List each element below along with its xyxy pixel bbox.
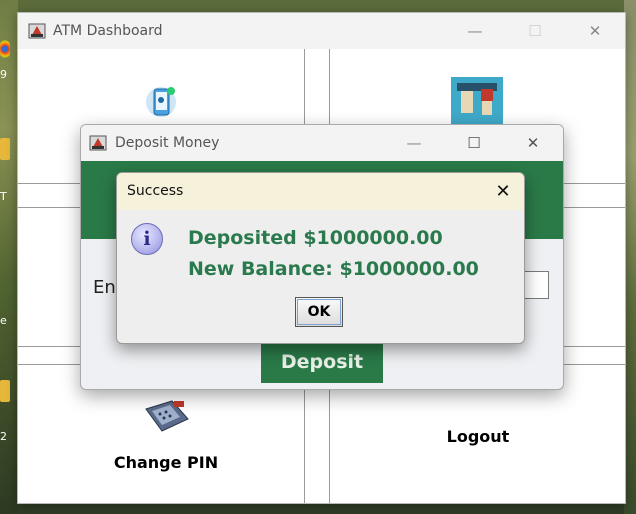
java-app-icon: [89, 134, 107, 152]
close-button[interactable]: ✕: [518, 131, 548, 155]
amount-input[interactable]: [521, 271, 549, 299]
balance-message: New Balance: $1000000.00: [188, 258, 479, 280]
logout-label[interactable]: Logout: [418, 427, 538, 446]
minimize-button[interactable]: —: [399, 131, 429, 155]
deposit-message: Deposited $1000000.00: [188, 227, 443, 249]
minimize-button[interactable]: —: [460, 19, 490, 43]
maximize-button[interactable]: ☐: [520, 19, 550, 43]
change-pin-label[interactable]: Change PIN: [106, 453, 226, 472]
desktop-label: e: [0, 314, 7, 327]
desktop-label: 2: [0, 430, 7, 443]
dashboard-titlebar[interactable]: ATM Dashboard — ☐ ✕: [18, 13, 625, 49]
success-dialog: Success ✕ i Deposited $1000000.00 New Ba…: [116, 172, 525, 344]
desktop-icon-folder[interactable]: [0, 380, 10, 402]
deposit-title: Deposit Money: [115, 135, 220, 151]
dialog-titlebar[interactable]: Success ✕: [117, 173, 524, 210]
maximize-button[interactable]: ☐: [459, 131, 489, 155]
deposit-titlebar[interactable]: Deposit Money — ☐ ✕: [81, 125, 563, 161]
desktop-label: 9: [0, 68, 7, 81]
dashboard-title: ATM Dashboard: [53, 23, 163, 39]
desktop-icon-folder[interactable]: [0, 138, 10, 160]
info-icon: i: [131, 223, 163, 255]
ok-button[interactable]: OK: [295, 297, 343, 327]
balance-phone-icon[interactable]: [144, 83, 178, 119]
withdraw-atm-icon[interactable]: [451, 77, 503, 127]
deposit-button[interactable]: Deposit: [261, 341, 383, 383]
java-app-icon: [28, 22, 46, 40]
close-button[interactable]: ✕: [580, 19, 610, 43]
change-pin-keypad-icon[interactable]: [142, 399, 190, 435]
dialog-title: Success: [127, 183, 184, 199]
desktop-label: T: [0, 190, 7, 203]
desktop-icon-chrome[interactable]: [0, 40, 10, 58]
close-button[interactable]: ✕: [489, 179, 517, 203]
